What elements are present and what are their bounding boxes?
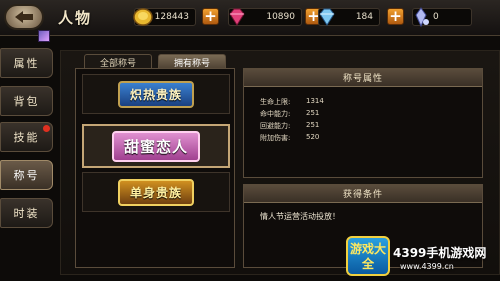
sidebar-item-label: 时装 xyxy=(13,207,40,220)
stat-label: 生命上限: xyxy=(260,98,291,106)
stat-value: 520 xyxy=(306,133,320,141)
notification-dot xyxy=(43,125,50,132)
resource-gem: 10890 xyxy=(228,6,302,28)
watermark-logo: 游戏大全 xyxy=(346,236,390,276)
sidebar-item-backpack[interactable]: 背包 xyxy=(0,86,53,116)
panel-heading: 获得条件 xyxy=(244,185,482,203)
stat-value: 251 xyxy=(306,121,320,129)
sidebar-item-label: 技能 xyxy=(13,131,40,144)
stat-row-hit: 命中能力: 251 xyxy=(260,109,319,119)
back-button[interactable] xyxy=(4,4,44,30)
title-badge: 甜蜜恋人 xyxy=(111,130,200,162)
resource-gold: 128443 xyxy=(133,6,196,28)
stat-label: 命中能力: xyxy=(260,110,291,118)
stat-label: 回避能力: xyxy=(260,122,291,130)
resource-bound-gem: 184 xyxy=(318,6,380,28)
stat-row-dodge: 回避能力: 251 xyxy=(260,121,319,131)
title-card-blazing-noble[interactable]: 炽热贵族 xyxy=(82,74,230,114)
title-card-single-noble[interactable]: 单身贵族 xyxy=(82,172,230,212)
blue-diamond-icon xyxy=(319,8,335,26)
top-bar: 人物 128443 + 10890 + 184 + 0 xyxy=(0,0,500,36)
title-preview-thumbnail xyxy=(38,30,50,42)
sidebar-item-label: 背包 xyxy=(13,95,40,108)
resource-crystal: 0 xyxy=(412,6,472,28)
watermark-url: www.4399.cn xyxy=(400,262,454,271)
sidebar-item-fashion[interactable]: 时装 xyxy=(0,198,53,228)
stat-row-damage: 附加伤害: 520 xyxy=(260,133,319,143)
panel-heading: 称号属性 xyxy=(244,69,482,87)
sidebar-item-titles[interactable]: 称号 xyxy=(0,160,53,190)
back-arrow-icon xyxy=(15,11,33,23)
stat-label: 附加伤害: xyxy=(260,134,291,142)
crystal-icon xyxy=(415,7,429,28)
add-bound-gem-button[interactable]: + xyxy=(387,8,404,25)
pink-diamond-icon xyxy=(229,8,245,26)
sidebar-item-label: 属性 xyxy=(13,57,40,70)
sidebar-item-attributes[interactable]: 属性 xyxy=(0,48,53,78)
title-badge: 炽热贵族 xyxy=(117,80,194,108)
title-card-sweet-lovers[interactable]: 甜蜜恋人 xyxy=(82,124,230,168)
gold-coin-icon xyxy=(133,8,153,26)
stat-value: 1314 xyxy=(306,97,324,105)
sidebar-item-skills[interactable]: 技能 xyxy=(0,122,53,152)
add-gold-button[interactable]: + xyxy=(202,8,219,25)
title-badge: 单身贵族 xyxy=(117,178,194,206)
condition-text: 情人节运营活动投放！ xyxy=(260,212,340,221)
sidebar-item-label: 称号 xyxy=(13,169,40,182)
stat-value: 251 xyxy=(306,109,320,117)
page-title: 人物 xyxy=(58,9,93,27)
watermark-site-name: 4399手机游戏网 xyxy=(393,246,487,260)
stat-row-hp: 生命上限: 1314 xyxy=(260,97,324,107)
title-attributes-panel: 称号属性 生命上限: 1314 命中能力: 251 回避能力: 251 附加伤害… xyxy=(243,68,483,178)
